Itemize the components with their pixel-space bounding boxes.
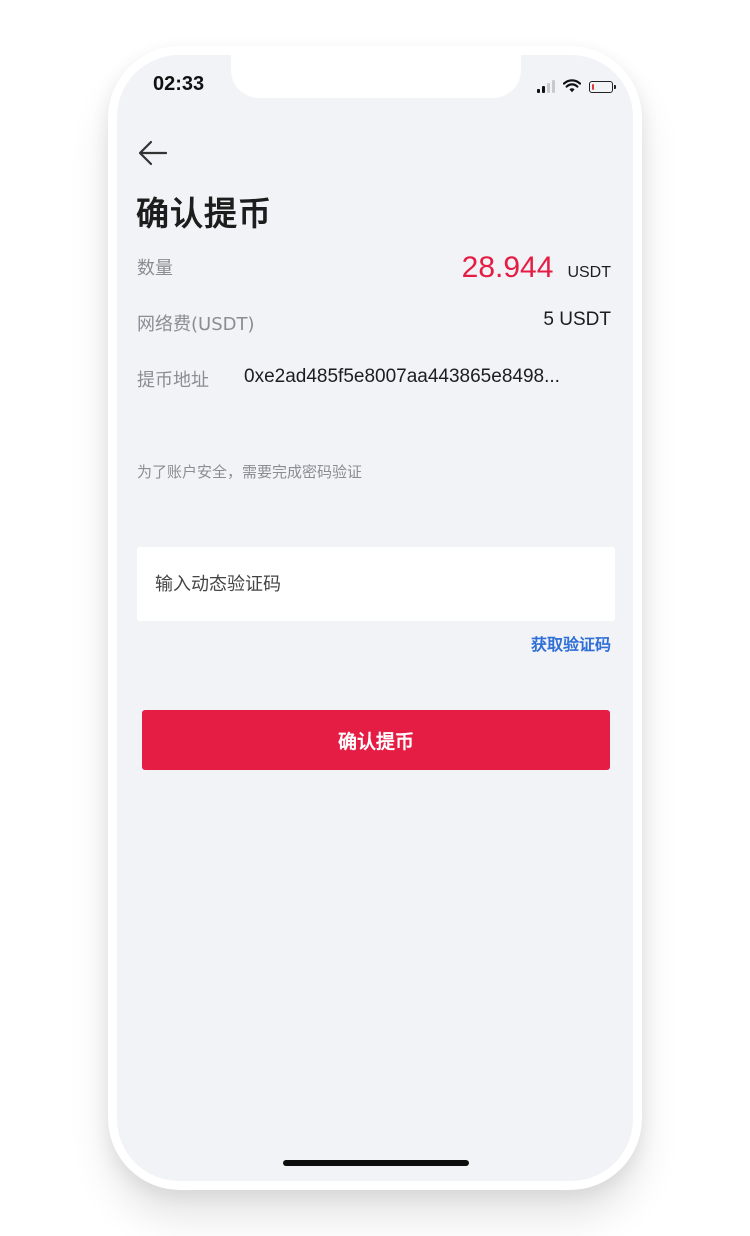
status-icons — [537, 77, 616, 93]
amount-value: 28.944 — [461, 251, 554, 284]
signal-icon — [537, 80, 555, 93]
security-note: 为了账户安全，需要完成密码验证 — [137, 463, 363, 481]
battery-icon — [589, 81, 616, 93]
amount-unit: USDT — [567, 264, 611, 281]
fee-value: 5 USDT — [543, 309, 611, 330]
app-screen: 02:33 确认提币 数量 28.944 USDT 网络费(USDT) 5 US… — [117, 55, 633, 1181]
battery-level — [591, 83, 594, 90]
address-label: 提币地址 — [137, 370, 209, 391]
confirm-withdraw-button[interactable]: 确认提币 — [142, 710, 610, 770]
amount-display: 28.944 USDT — [462, 251, 611, 285]
status-time: 02:33 — [153, 73, 205, 95]
device-notch — [231, 55, 521, 98]
address-value: 0xe2ad485f5e8007aa443865e8498... — [244, 366, 560, 387]
page-title: 确认提币 — [136, 194, 272, 233]
arrow-left-icon[interactable] — [135, 135, 171, 171]
home-indicator[interactable] — [283, 1160, 469, 1166]
fee-label: 网络费(USDT) — [137, 314, 255, 335]
wifi-icon — [563, 79, 581, 93]
verification-code-input[interactable] — [137, 547, 615, 621]
phone-frame: 02:33 确认提币 数量 28.944 USDT 网络费(USDT) 5 US… — [108, 46, 642, 1190]
device-frame-stage: 02:33 确认提币 数量 28.944 USDT 网络费(USDT) 5 US… — [0, 0, 750, 1236]
amount-label: 数量 — [137, 258, 173, 279]
get-code-link[interactable]: 获取验证码 — [531, 631, 611, 655]
